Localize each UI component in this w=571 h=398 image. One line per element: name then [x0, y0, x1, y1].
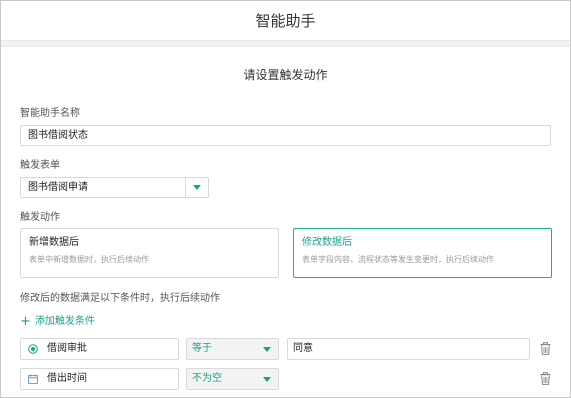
action-card-modify-data[interactable]: 修改数据后 表单字段内容、流程状态等发生变更时，执行后续动作 [293, 228, 552, 278]
condition-operator-value: 不为空 [192, 373, 222, 384]
condition-operator-select[interactable]: 等于 [186, 338, 279, 360]
trigger-form-dropdown-button[interactable] [185, 177, 209, 198]
chevron-down-icon [193, 185, 201, 190]
header: 智能助手 [1, 1, 570, 41]
action-card-desc: 表单中新增数据时，执行后续动作 [29, 255, 149, 264]
add-condition-label: 添加触发条件 [34, 316, 95, 327]
page-title: 智能助手 [255, 12, 316, 30]
assistant-name-label: 智能助手名称 [20, 108, 80, 119]
condition-operator-value: 等于 [192, 343, 212, 354]
trigger-form-select[interactable]: 图书借阅申请 [20, 177, 209, 198]
chevron-down-icon [263, 347, 271, 352]
chevron-down-icon [263, 377, 271, 382]
condition-field-label: 借阅审批 [47, 343, 87, 354]
condition-field-select[interactable]: 借出时间 [20, 368, 179, 390]
condition-field-select[interactable]: 借阅审批 [20, 338, 179, 360]
assistant-name-input[interactable]: 图书借阅状态 [20, 125, 551, 146]
action-card-desc: 表单字段内容、流程状态等发生变更时，执行后续动作 [302, 255, 494, 264]
condition-value-text: 同意 [293, 343, 313, 354]
trash-icon[interactable] [540, 342, 551, 355]
action-card-title: 新增数据后 [29, 237, 79, 248]
header-divider-band [1, 41, 570, 47]
action-card-title: 修改数据后 [302, 237, 352, 248]
smart-assistant-window: 智能助手 请设置触发动作 智能助手名称 图书借阅状态 触发表单 图书借阅申请 触… [0, 0, 571, 398]
assistant-name-value: 图书借阅状态 [28, 130, 88, 141]
radio-icon [28, 344, 38, 354]
condition-field-label: 借出时间 [47, 373, 87, 384]
section-title: 请设置触发动作 [243, 68, 328, 82]
conditions-label: 修改后的数据满足以下条件时，执行后续动作 [20, 293, 220, 304]
action-card-add-data[interactable]: 新增数据后 表单中新增数据时，执行后续动作 [20, 228, 279, 278]
trash-icon[interactable] [540, 372, 551, 385]
condition-operator-select[interactable]: 不为空 [186, 368, 279, 390]
trigger-action-label: 触发动作 [20, 212, 60, 223]
trigger-form-label: 触发表单 [20, 160, 60, 171]
add-condition-button[interactable]: + 添加触发条件 [20, 315, 95, 328]
calendar-icon [28, 374, 38, 384]
plus-icon: + [20, 314, 31, 329]
trigger-form-value: 图书借阅申请 [28, 182, 88, 193]
condition-value-input[interactable]: 同意 [287, 338, 530, 360]
